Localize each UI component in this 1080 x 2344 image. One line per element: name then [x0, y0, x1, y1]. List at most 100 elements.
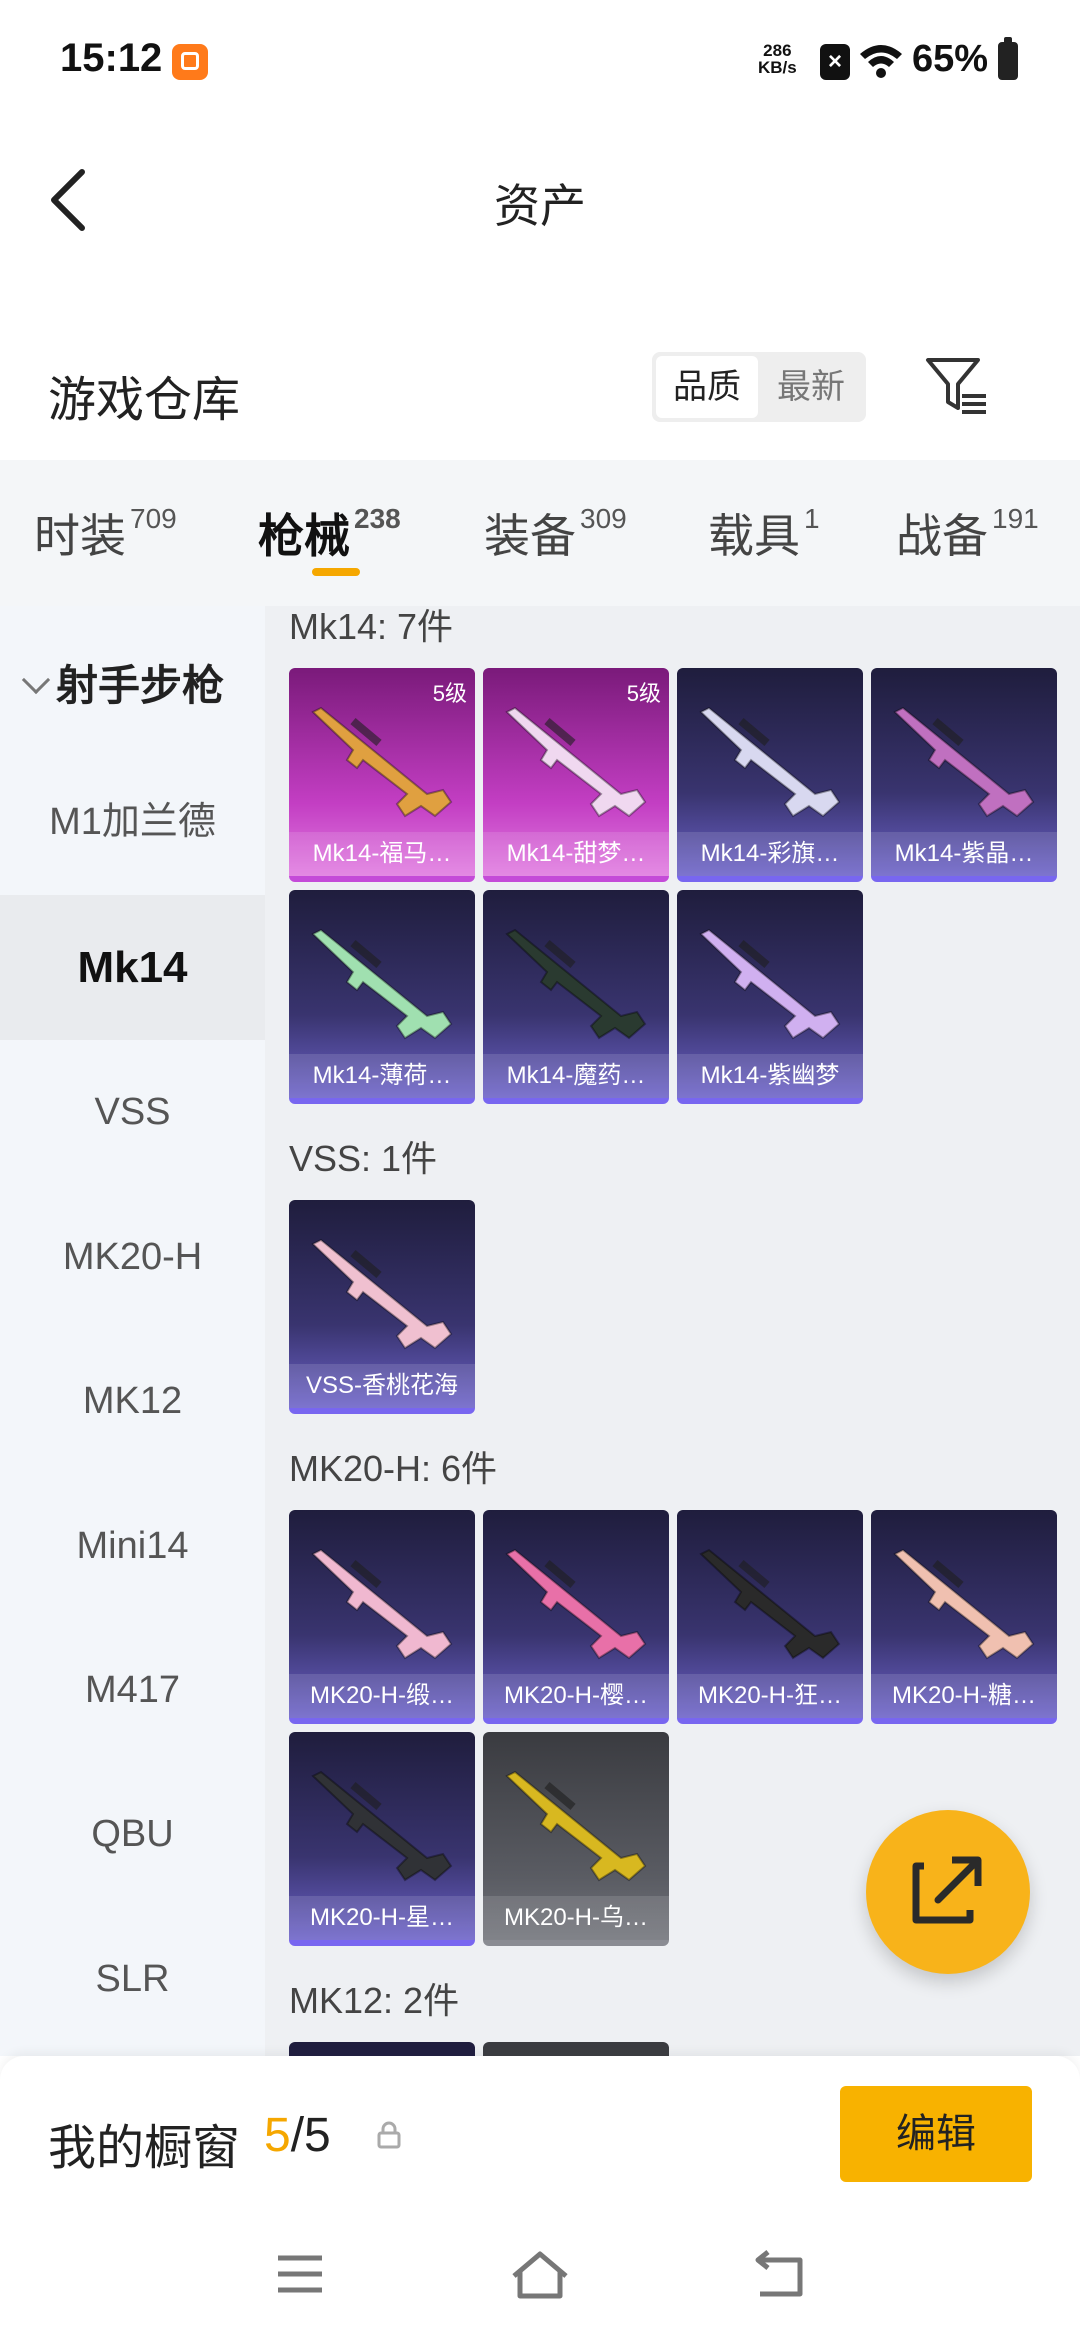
skin-name: MK20-H-樱…	[483, 1674, 669, 1718]
tab-vehicles[interactable]: 载具 1	[708, 500, 820, 566]
gun-skin-image	[893, 1548, 1035, 1660]
active-tab-indicator	[312, 568, 360, 576]
sidebar-item[interactable]: VSS	[0, 1040, 265, 1185]
showcase-bar: 我的橱窗 5/5 编辑	[0, 2056, 1080, 2206]
gun-skin-image	[505, 706, 647, 818]
skin-card[interactable]: Mk14-魔药…	[483, 890, 669, 1104]
skin-name: Mk14-紫幽梦	[677, 1054, 863, 1098]
showcase-label: 我的橱窗	[48, 2122, 241, 2175]
network-speed: 286 KB/s	[758, 42, 797, 76]
skin-card[interactable]: MK20-H-樱…	[483, 1510, 669, 1724]
battery-percent: 65%	[912, 38, 989, 80]
category-tabs: 时装 709 枪械 238 装备 309 载具 1 战备 191	[0, 460, 1080, 606]
tab-count: 238	[354, 503, 401, 534]
skin-name: MK20-H-狂…	[677, 1674, 863, 1718]
skin-card[interactable]: MK20-H-缎…	[289, 1510, 475, 1724]
group-label: MK20-H: 6件	[289, 1448, 498, 1489]
skin-card-partial[interactable]	[289, 2042, 475, 2056]
sidebar-item[interactable]: M417	[0, 1618, 265, 1763]
skin-name: Mk14-魔药…	[483, 1054, 669, 1098]
skin-card[interactable]: MK20-H-星…	[289, 1732, 475, 1946]
menu-icon	[278, 2255, 322, 2293]
home-button[interactable]	[500, 2246, 580, 2306]
status-time: 15:12	[60, 36, 163, 80]
gun-skin-image	[699, 1548, 841, 1660]
group-label: Mk14: 7件	[289, 606, 454, 647]
sort-toggle: 品质 最新	[652, 352, 866, 422]
showcase-total: /5	[290, 2109, 331, 2162]
status-bar: 15:12 286 KB/s × 65%	[0, 0, 1080, 120]
sort-quality-option[interactable]: 品质	[656, 356, 758, 418]
skin-name: MK20-H-糖…	[871, 1674, 1057, 1718]
tab-label: 时装	[34, 510, 126, 562]
header: 资产	[0, 130, 1080, 270]
skin-name: Mk14-薄荷…	[289, 1054, 475, 1098]
back-nav-button[interactable]	[740, 2246, 820, 2306]
gun-skin-image	[893, 706, 1035, 818]
filter-icon	[926, 358, 986, 414]
lock-icon	[377, 2121, 401, 2149]
level-badge: 5级	[432, 681, 467, 706]
tab-equipment[interactable]: 装备 309	[484, 500, 627, 566]
skin-card[interactable]: 5级 Mk14-福马…	[289, 668, 475, 882]
weapon-sidebar: 射手步枪 M1加兰德 Mk14 VSS MK20-H MK12 Mini14 M…	[0, 606, 265, 2056]
chevron-down-icon	[21, 665, 51, 695]
skin-card[interactable]: Mk14-彩旗…	[677, 668, 863, 882]
sort-newest-option[interactable]: 最新	[760, 356, 862, 418]
sidebar-item[interactable]: SLR	[0, 1907, 265, 2052]
gun-skin-image	[311, 1548, 453, 1660]
tab-supplies[interactable]: 战备 191	[896, 500, 1039, 566]
skin-card[interactable]: 5级 Mk14-甜梦…	[483, 668, 669, 882]
group-label: MK12: 2件	[289, 1980, 460, 2021]
level-badge: 5级	[626, 681, 661, 706]
skin-name: VSS-香桃花海	[289, 1364, 475, 1408]
skin-card[interactable]: MK20-H-狂…	[677, 1510, 863, 1724]
skin-card[interactable]: Mk14-紫幽梦	[677, 890, 863, 1104]
gun-skin-image	[311, 1770, 453, 1882]
sidebar-item[interactable]: M1加兰德	[0, 750, 265, 895]
tab-count: 1	[804, 503, 820, 534]
section-title: 游戏仓库	[48, 374, 241, 427]
sidebar-item[interactable]: QBU	[0, 1762, 265, 1907]
tab-count: 309	[580, 503, 627, 534]
sidebar-item[interactable]: Mini14	[0, 1474, 265, 1619]
skin-card[interactable]: MK20-H-糖…	[871, 1510, 1057, 1724]
skin-card[interactable]: MK20-H-乌…	[483, 1732, 669, 1946]
page: 15:12 286 KB/s × 65% 资产 游戏仓库 品质 最新 时装 70…	[0, 0, 1080, 2344]
skin-card[interactable]: Mk14-紫晶…	[871, 668, 1057, 882]
sidebar-item[interactable]: MK20-H	[0, 1185, 265, 1330]
skin-name: MK20-H-星…	[289, 1896, 475, 1940]
edit-button[interactable]: 编辑	[840, 2086, 1032, 2182]
menu-button[interactable]	[260, 2246, 340, 2306]
gun-skin-image	[505, 1548, 647, 1660]
skin-name: MK20-H-缎…	[289, 1674, 475, 1718]
skin-name: Mk14-彩旗…	[677, 832, 863, 876]
skin-name: MK20-H-乌…	[483, 1896, 669, 1940]
skin-card-partial[interactable]	[483, 2042, 669, 2056]
no-sim-icon: ×	[820, 44, 850, 80]
skin-card[interactable]: Mk14-薄荷…	[289, 890, 475, 1104]
gun-skin-image	[505, 928, 647, 1040]
group-label: VSS: 1件	[289, 1138, 438, 1179]
skin-card[interactable]: VSS-香桃花海	[289, 1200, 475, 1414]
sidebar-group-marksman-rifles[interactable]: 射手步枪	[18, 652, 224, 713]
tab-firearms[interactable]: 枪械 238	[258, 500, 401, 566]
showcase-current: 5	[264, 2109, 291, 2162]
skin-name: Mk14-福马…	[289, 832, 475, 876]
tab-fashion[interactable]: 时装 709	[34, 500, 177, 566]
gun-skin-image	[311, 706, 453, 818]
gun-skin-image	[699, 928, 841, 1040]
network-speed-unit: KB/s	[758, 58, 797, 77]
sidebar-item-active[interactable]: Mk14	[0, 895, 265, 1040]
wifi-icon	[860, 45, 902, 78]
skin-name: Mk14-甜梦…	[483, 832, 669, 876]
tab-count: 191	[992, 503, 1039, 534]
network-speed-value: 286	[763, 41, 792, 60]
share-button[interactable]	[866, 1810, 1030, 1974]
gun-skin-image	[311, 1238, 453, 1350]
gun-skin-image	[699, 706, 841, 818]
filter-button[interactable]	[922, 352, 992, 422]
showcase-count: 5/5	[264, 2108, 331, 2163]
sidebar-item[interactable]: MK12	[0, 1329, 265, 1474]
return-icon	[755, 2250, 803, 2297]
